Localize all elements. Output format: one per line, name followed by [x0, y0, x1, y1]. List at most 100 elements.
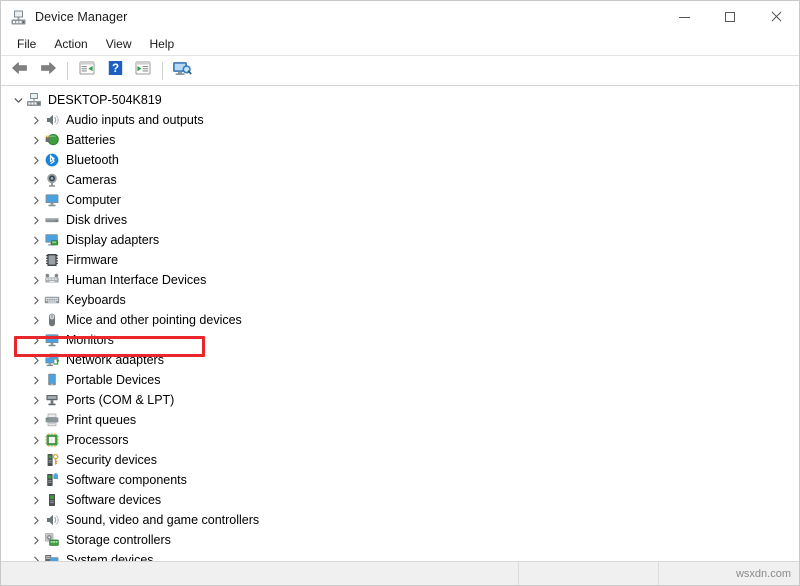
tree-item-label: Disk drives — [66, 213, 128, 227]
tree-root-label: DESKTOP-504K819 — [48, 93, 162, 107]
minimize-button[interactable] — [661, 1, 707, 33]
port-connector-icon — [43, 392, 61, 408]
properties-button[interactable] — [74, 59, 100, 83]
bluetooth-icon — [43, 152, 61, 168]
maximize-button[interactable] — [707, 1, 753, 33]
chevron-right-icon[interactable] — [29, 273, 43, 287]
tree-row-audio-inputs-and-outputs[interactable]: Audio inputs and outputs — [1, 110, 799, 130]
window-title: Device Manager — [35, 10, 128, 24]
chevron-right-icon[interactable] — [29, 313, 43, 327]
chevron-right-icon[interactable] — [29, 193, 43, 207]
chevron-right-icon[interactable] — [29, 333, 43, 347]
tree-row-human-interface-devices[interactable]: Human Interface Devices — [1, 270, 799, 290]
tree-row-root[interactable]: DESKTOP-504K819 — [1, 90, 799, 110]
tree-item-label: Software components — [66, 473, 187, 487]
scan-hardware-changes-icon — [172, 60, 192, 82]
chevron-right-icon[interactable] — [29, 153, 43, 167]
tree-row-batteries[interactable]: Batteries — [1, 130, 799, 150]
tree-item-label: Ports (COM & LPT) — [66, 393, 175, 407]
processor-chip-icon — [43, 432, 61, 448]
tree-item-label: Storage controllers — [66, 533, 171, 547]
chevron-right-icon[interactable] — [29, 253, 43, 267]
scan-hardware-button[interactable] — [169, 59, 195, 83]
chevron-right-icon[interactable] — [29, 513, 43, 527]
tree-item-label: Human Interface Devices — [66, 273, 207, 287]
close-button[interactable] — [753, 1, 799, 33]
back-button[interactable] — [7, 59, 33, 83]
tree-row-bluetooth[interactable]: Bluetooth — [1, 150, 799, 170]
tree-row-display-adapters[interactable]: Display adapters — [1, 230, 799, 250]
tree-row-storage-controllers[interactable]: Storage controllers — [1, 530, 799, 550]
toolbar-separator-1 — [67, 61, 68, 80]
tree-row-portable-devices[interactable]: Portable Devices — [1, 370, 799, 390]
computer-root-icon — [25, 92, 43, 108]
tree-row-software-components[interactable]: Software components — [1, 470, 799, 490]
display-adapter-icon — [43, 232, 61, 248]
tree-row-software-devices[interactable]: Software devices — [1, 490, 799, 510]
monitor-icon — [43, 192, 61, 208]
tree-row-keyboards[interactable]: Keyboards — [1, 290, 799, 310]
chevron-right-icon[interactable] — [29, 173, 43, 187]
menu-file[interactable]: File — [8, 35, 45, 53]
speaker-icon — [43, 112, 61, 128]
chevron-right-icon[interactable] — [29, 433, 43, 447]
chevron-right-icon[interactable] — [29, 413, 43, 427]
hid-icon — [43, 272, 61, 288]
device-manager-icon — [10, 9, 27, 26]
tree-item-label: Processors — [66, 433, 129, 447]
chevron-right-icon[interactable] — [29, 113, 43, 127]
tree-row-firmware[interactable]: Firmware — [1, 250, 799, 270]
title-bar-left: Device Manager — [1, 9, 127, 26]
chevron-right-icon[interactable] — [29, 533, 43, 547]
menu-view[interactable]: View — [97, 35, 141, 53]
device-tree-panel[interactable]: DESKTOP-504K819 Audio inputs and outputs — [1, 86, 799, 562]
tree-row-print-queues[interactable]: Print queues — [1, 410, 799, 430]
status-bar: wsxdn.com — [1, 562, 799, 585]
tree-item-label: Portable Devices — [66, 373, 161, 387]
chevron-right-icon[interactable] — [29, 353, 43, 367]
help-button[interactable]: ? — [102, 59, 128, 83]
tree-row-network-adapters[interactable]: Network adapters — [1, 350, 799, 370]
chevron-down-icon[interactable] — [11, 93, 25, 107]
tree-row-monitors[interactable]: Monitors — [1, 330, 799, 350]
chevron-right-icon[interactable] — [29, 393, 43, 407]
chevron-right-icon[interactable] — [29, 213, 43, 227]
close-icon — [770, 11, 782, 23]
svg-text:?: ? — [111, 63, 118, 75]
back-arrow-icon — [11, 60, 29, 81]
security-key-icon — [43, 452, 61, 468]
chevron-right-icon[interactable] — [29, 293, 43, 307]
tree-row-processors[interactable]: Processors — [1, 430, 799, 450]
tree-item-label: Firmware — [66, 253, 119, 267]
chevron-right-icon[interactable] — [29, 553, 43, 561]
tree-row-disk-drives[interactable]: Disk drives — [1, 210, 799, 230]
chevron-right-icon[interactable] — [29, 473, 43, 487]
menu-help[interactable]: Help — [141, 35, 184, 53]
tree-row-system-devices[interactable]: System devices — [1, 550, 799, 561]
chevron-right-icon[interactable] — [29, 453, 43, 467]
chevron-right-icon[interactable] — [29, 233, 43, 247]
chevron-right-icon[interactable] — [29, 133, 43, 147]
tree-row-ports-com-and-lpt[interactable]: Ports (COM & LPT) — [1, 390, 799, 410]
chevron-right-icon[interactable] — [29, 493, 43, 507]
tree-item-label: Software devices — [66, 493, 162, 507]
forward-button[interactable] — [35, 59, 61, 83]
tree-row-security-devices[interactable]: Security devices — [1, 450, 799, 470]
tree-row-sound-video-and-game-controllers[interactable]: Sound, video and game controllers — [1, 510, 799, 530]
tree-row-mice-and-other-pointing-devices[interactable]: Mice and other pointing devices — [1, 310, 799, 330]
status-secondary — [519, 562, 659, 585]
toolbar: ? — [1, 56, 799, 86]
mouse-icon — [43, 312, 61, 328]
tree-row-cameras[interactable]: Cameras — [1, 170, 799, 190]
battery-icon — [43, 132, 61, 148]
tree-item-label: Mice and other pointing devices — [66, 313, 242, 327]
update-driver-button[interactable] — [130, 59, 156, 83]
tree-item-label: Cameras — [66, 173, 117, 187]
menu-action[interactable]: Action — [45, 35, 96, 53]
forward-arrow-icon — [39, 60, 57, 81]
chevron-right-icon[interactable] — [29, 373, 43, 387]
camera-icon — [43, 172, 61, 188]
toolbar-separator-2 — [162, 61, 163, 80]
tree-row-computer[interactable]: Computer — [1, 190, 799, 210]
update-driver-icon — [134, 60, 152, 81]
